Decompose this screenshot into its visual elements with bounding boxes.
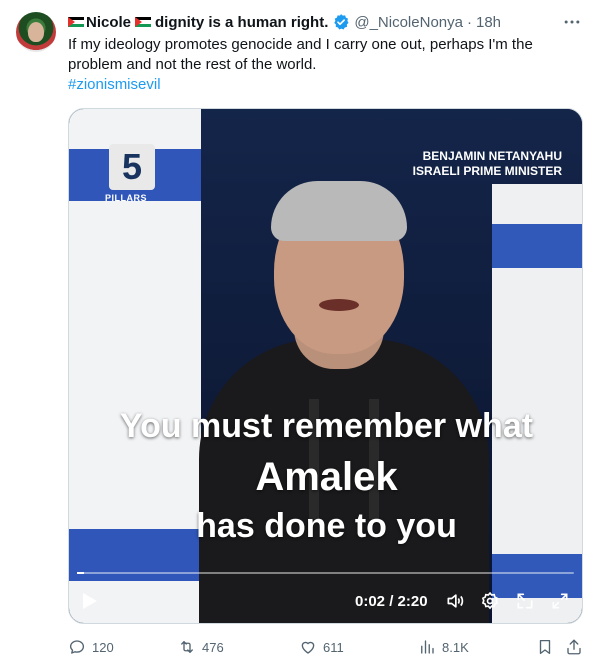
view-count: 8.1K xyxy=(442,639,469,655)
share-icon xyxy=(567,639,581,655)
subtitle-line-3: has done to you xyxy=(196,507,457,545)
play-icon[interactable] xyxy=(83,593,97,609)
fullscreen-icon[interactable] xyxy=(550,591,570,611)
video-controls: 0:02 / 2:20 xyxy=(69,583,582,619)
subtitle-line-1: You must remember what xyxy=(119,407,534,445)
analytics-icon xyxy=(421,640,434,654)
tweet-header: Nicole dignity is a human right. @_Nicol… xyxy=(68,12,578,32)
picture-in-picture-icon[interactable] xyxy=(515,591,535,611)
avatar[interactable] xyxy=(16,12,56,52)
channel-logo: 5 xyxy=(109,144,155,190)
more-icon[interactable] xyxy=(562,12,582,32)
display-name-part1[interactable]: Nicole xyxy=(86,14,131,31)
video-progress-bar[interactable] xyxy=(77,572,574,574)
display-name-part2[interactable]: dignity is a human right. xyxy=(155,14,328,31)
tweet-actions: 120 476 611 8.1K xyxy=(68,635,583,659)
repost-icon xyxy=(181,641,193,653)
bookmark-icon xyxy=(539,639,551,655)
video-player[interactable]: 5 PILLARS BENJAMIN NETANYAHU ISRAELI PRI… xyxy=(68,108,583,624)
channel-logo-label: PILLARS xyxy=(105,193,148,203)
speaker-figure xyxy=(179,149,489,623)
video-progress-fill xyxy=(77,572,85,574)
timestamp[interactable]: 18h xyxy=(476,14,501,31)
tweet[interactable]: Nicole dignity is a human right. @_Nicol… xyxy=(0,0,594,668)
volume-icon[interactable] xyxy=(445,591,465,611)
share-button[interactable] xyxy=(565,635,589,659)
verified-badge-icon[interactable] xyxy=(332,13,350,31)
hashtag-link[interactable]: #zionismisevil xyxy=(68,75,161,95)
lower-third-title: ISRAELI PRIME MINISTER xyxy=(412,164,562,178)
handle[interactable]: @_NicoleNonya xyxy=(354,14,463,31)
views-button[interactable]: 8.1K xyxy=(418,635,469,659)
repost-count: 476 xyxy=(202,639,224,655)
tweet-text: If my ideology promotes genocide and I c… xyxy=(68,36,533,73)
reply-count: 120 xyxy=(92,639,114,655)
like-count: 611 xyxy=(323,639,344,655)
separator-dot: · xyxy=(466,13,472,31)
israel-flag-right xyxy=(492,184,582,623)
subtitle-line-2: Amalek xyxy=(255,455,398,499)
lower-third-name: BENJAMIN NETANYAHU xyxy=(422,149,562,163)
bookmark-button[interactable] xyxy=(536,635,560,659)
reply-icon xyxy=(69,640,85,654)
reply-button[interactable]: 120 xyxy=(68,635,114,659)
heart-icon xyxy=(301,641,315,654)
video-timecode: 0:02 / 2:20 xyxy=(355,593,428,610)
palestine-flag-icon xyxy=(135,16,152,28)
palestine-flag-icon xyxy=(68,16,84,28)
repost-button[interactable]: 476 xyxy=(178,635,224,659)
like-button[interactable]: 611 xyxy=(299,635,344,659)
settings-icon[interactable] xyxy=(480,591,500,611)
